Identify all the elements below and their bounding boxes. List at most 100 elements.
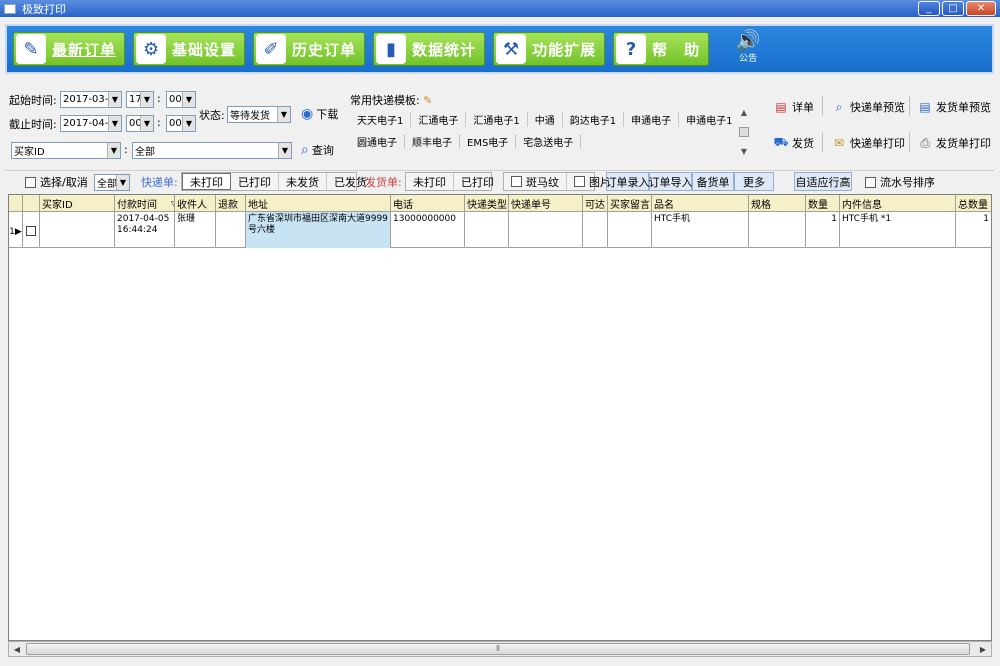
start-minute-select[interactable]: 00 ▼	[166, 91, 196, 108]
template-item[interactable]: EMS电子	[460, 133, 517, 149]
express-unshipped-button[interactable]: 未发货	[279, 173, 327, 190]
col-contents[interactable]: 内件信息	[840, 195, 956, 212]
template-item[interactable]: 中通	[528, 111, 563, 127]
download-button[interactable]: ◉ 下载	[301, 106, 338, 122]
checkbox[interactable]	[25, 176, 36, 188]
template-item[interactable]: 天天电子1	[350, 111, 412, 127]
start-hour-select[interactable]: 17 ▼	[126, 91, 154, 108]
scroll-right-icon[interactable]: ▶	[975, 642, 991, 656]
col-qty[interactable]: 数量	[806, 195, 840, 212]
col-product[interactable]: 品名	[652, 195, 749, 212]
template-item[interactable]: 汇通电子1	[466, 111, 528, 127]
col-tracking[interactable]: 快递单号	[509, 195, 583, 212]
checkbox[interactable]	[574, 176, 585, 187]
notice-button[interactable]: 🔊 公告	[733, 29, 763, 69]
ship-button[interactable]: ⛟ 发货	[773, 135, 814, 151]
cell-express-type[interactable]	[465, 212, 509, 248]
cell-product[interactable]: HTC手机	[652, 212, 749, 248]
express-preview-button[interactable]: ⌕ 快递单预览	[831, 99, 905, 115]
maximize-button[interactable]: □	[942, 1, 964, 16]
col-buyer-id[interactable]: 买家ID	[40, 195, 115, 212]
cell-tracking[interactable]	[509, 212, 583, 248]
nav-statistics[interactable]: ▮ 数据统计	[373, 32, 486, 66]
nav-help[interactable]: ? 帮 助	[613, 32, 710, 66]
cell-reachable[interactable]	[583, 212, 608, 248]
order-entry-button[interactable]: 订单录入	[606, 172, 650, 191]
checkbox-header[interactable]	[23, 195, 40, 212]
select-all-toggle[interactable]: 选择/取消	[25, 173, 88, 191]
col-pay-time[interactable]: 付款时间▽	[115, 195, 175, 212]
cell-message[interactable]	[608, 212, 652, 248]
template-item[interactable]: 圆通电子	[350, 133, 405, 149]
end-date-picker[interactable]: 2017-04-07 ▼	[60, 115, 122, 132]
express-printed-button[interactable]: 已打印	[231, 173, 279, 190]
cell-spec[interactable]	[749, 212, 806, 248]
template-item[interactable]: 宅急送电子	[516, 133, 582, 149]
row-checkbox-cell[interactable]	[23, 212, 40, 248]
zebra-toggle[interactable]: 斑马纹	[504, 173, 567, 190]
scope-select[interactable]: 全部 ▼	[94, 174, 130, 191]
search-value-input[interactable]: 全部 ▼	[132, 142, 292, 159]
nav-history-orders[interactable]: ✐ 历史订单	[253, 32, 366, 66]
horizontal-scrollbar[interactable]: ◀ ⦀ ▶	[8, 641, 992, 657]
template-scrollbar[interactable]: ▲ ▼	[738, 108, 750, 156]
query-button[interactable]: ⌕ 查询	[301, 142, 334, 158]
col-express-type[interactable]: 快递类型	[465, 195, 509, 212]
template-item[interactable]: 申通电子	[624, 111, 680, 127]
start-date-picker[interactable]: 2017-03-31 ▼	[60, 91, 122, 108]
invoice-preview-button[interactable]: ▤ 发货单预览	[917, 99, 991, 115]
auto-row-height-button[interactable]: 自适应行高	[794, 172, 852, 191]
col-reachable[interactable]: 可达	[583, 195, 608, 212]
cell-recipient[interactable]: 张珊	[175, 212, 216, 248]
nav-latest-orders[interactable]: ✎ 最新订单	[13, 32, 126, 66]
nav-extensions[interactable]: ⚒ 功能扩展	[493, 32, 606, 66]
checkbox[interactable]	[865, 176, 876, 188]
template-item[interactable]: 汇通电子	[411, 111, 467, 127]
scroll-thumb[interactable]: ⦀	[26, 643, 970, 655]
status-select[interactable]: 等待发货 ▼	[227, 106, 291, 123]
scroll-thumb[interactable]	[739, 127, 749, 137]
cell-buyer-id[interactable]	[40, 212, 115, 248]
edit-icon[interactable]: ✎	[423, 94, 432, 107]
invoice-unprinted-button[interactable]: 未打印	[406, 173, 454, 190]
end-minute-select[interactable]: 00 ▼	[166, 115, 196, 132]
table-row[interactable]: 1 ▶ 2017-04-05 16:44:24 张珊 广东省深圳市福田区深南大道9…	[9, 212, 991, 248]
end-hour-select[interactable]: 00 ▼	[126, 115, 154, 132]
scroll-down-icon[interactable]: ▼	[741, 147, 747, 156]
col-phone[interactable]: 电话	[391, 195, 465, 212]
col-refund[interactable]: 退款	[216, 195, 246, 212]
checkbox[interactable]	[511, 176, 522, 187]
invoice-printed-button[interactable]: 已打印	[454, 173, 501, 190]
close-button[interactable]: ✕	[966, 1, 996, 16]
detail-button[interactable]: ▤ 详单	[773, 99, 814, 115]
search-field-select[interactable]: 买家ID ▼	[11, 142, 121, 159]
scroll-left-icon[interactable]: ◀	[9, 642, 25, 656]
express-print-button[interactable]: ✉ 快递单打印	[831, 135, 905, 151]
checkbox[interactable]	[26, 226, 36, 236]
cell-total[interactable]: 1	[956, 212, 991, 248]
cell-contents[interactable]: HTC手机 *1	[840, 212, 956, 248]
cell-qty[interactable]: 1	[806, 212, 840, 248]
invoice-print-button[interactable]: ⎙ 发货单打印	[917, 135, 991, 151]
minimize-button[interactable]: _	[918, 1, 940, 16]
template-item[interactable]: 韵达电子1	[563, 111, 625, 127]
serial-sort-toggle[interactable]: 流水号排序	[865, 173, 935, 191]
template-item[interactable]: 顺丰电子	[405, 133, 460, 149]
express-unprinted-button[interactable]: 未打印	[182, 173, 231, 190]
col-address[interactable]: 地址	[246, 195, 391, 212]
help-icon: ?	[616, 34, 647, 64]
cell-address[interactable]: 广东省深圳市福田区深南大道9999号六楼	[246, 212, 391, 248]
col-recipient[interactable]: 收件人	[175, 195, 216, 212]
col-message[interactable]: 买家留言	[608, 195, 652, 212]
col-total[interactable]: 总数量	[956, 195, 991, 212]
more-button[interactable]: 更多	[734, 172, 774, 191]
col-spec[interactable]: 规格	[749, 195, 806, 212]
stock-list-button[interactable]: 备货单	[692, 172, 734, 191]
cell-pay-time[interactable]: 2017-04-05 16:44:24	[115, 212, 175, 248]
scroll-up-icon[interactable]: ▲	[741, 108, 747, 117]
cell-refund[interactable]	[216, 212, 246, 248]
nav-basic-settings[interactable]: ⚙ 基础设置	[133, 32, 246, 66]
order-import-button[interactable]: 订单导入	[649, 172, 693, 191]
cell-phone[interactable]: 13000000000	[391, 212, 465, 248]
template-item[interactable]: 申通电子1	[679, 112, 739, 127]
